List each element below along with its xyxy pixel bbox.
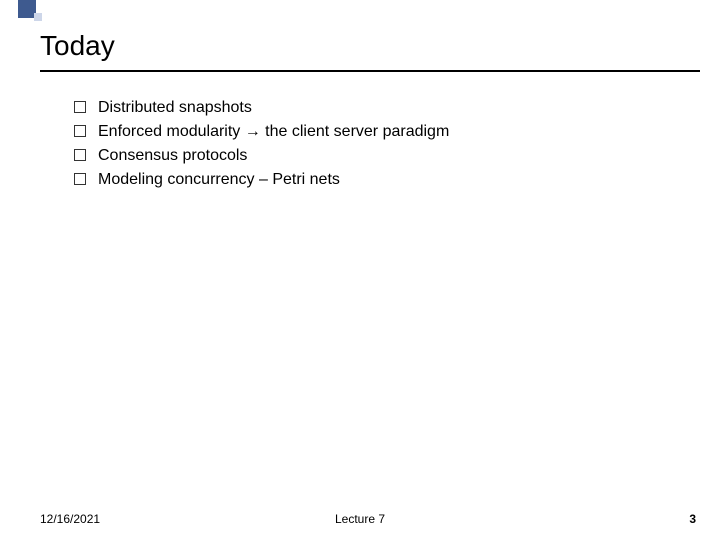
list-item: Enforced modularity → the client server … xyxy=(74,122,690,142)
square-bullet-icon xyxy=(74,173,86,185)
bullet-list: Distributed snapshots Enforced modularit… xyxy=(74,98,690,194)
decor-square-small xyxy=(34,13,42,21)
list-item: Modeling concurrency – Petri nets xyxy=(74,170,690,190)
title-rule xyxy=(40,70,700,72)
square-bullet-icon xyxy=(74,125,86,137)
footer-lecture: Lecture 7 xyxy=(0,512,720,526)
square-bullet-icon xyxy=(74,101,86,113)
page-title: Today xyxy=(40,30,115,62)
footer-page-number: 3 xyxy=(689,512,696,526)
list-item-text: Consensus protocols xyxy=(98,146,247,166)
list-item-text: Distributed snapshots xyxy=(98,98,252,118)
list-item: Distributed snapshots xyxy=(74,98,690,118)
list-item: Consensus protocols xyxy=(74,146,690,166)
square-bullet-icon xyxy=(74,149,86,161)
list-item-text: Enforced modularity → the client server … xyxy=(98,122,449,142)
slide: Today Distributed snapshots Enforced mod… xyxy=(0,0,720,540)
list-item-text: Modeling concurrency – Petri nets xyxy=(98,170,340,190)
decor-squares xyxy=(18,0,48,30)
